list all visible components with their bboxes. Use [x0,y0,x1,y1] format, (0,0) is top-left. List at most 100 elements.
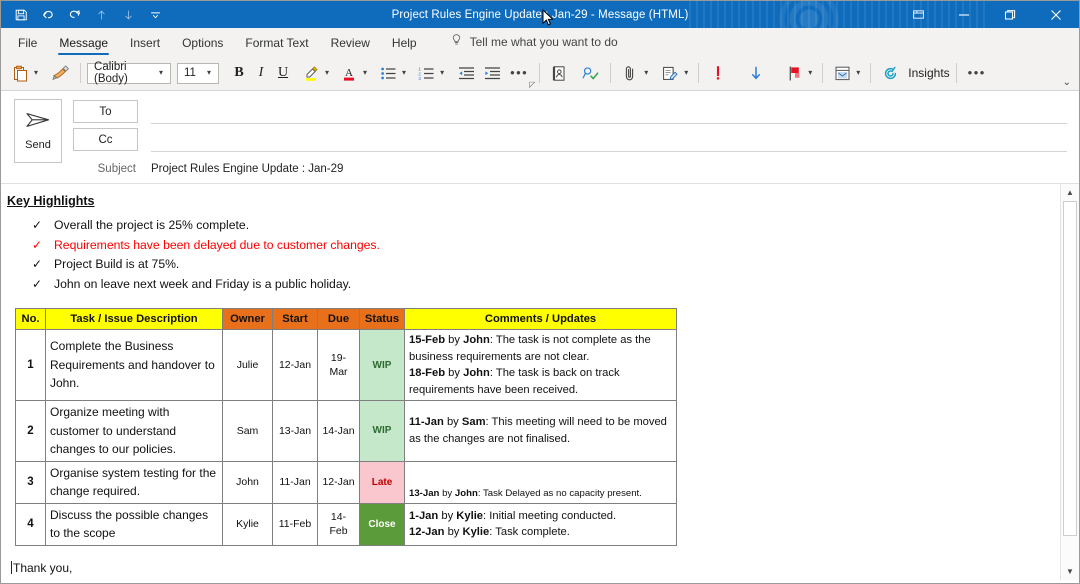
comment-entry: 18-Feb by John: The task is back on trac… [409,365,672,398]
comment-by: by Sam [447,416,486,428]
scrollbar-thumb[interactable] [1063,201,1077,536]
redo-icon[interactable] [61,2,88,27]
cell-due: 14-Feb [318,503,360,545]
text-highlight-color-icon[interactable] [298,61,324,85]
to-input[interactable] [151,100,1067,124]
next-item-icon[interactable] [115,2,142,27]
check-icon: ✓ [32,275,42,295]
low-importance-icon[interactable] [743,61,769,85]
basic-text-group: Calibri (Body) ▾ 11 ▾ B I U ▾ A ▾ ▾ [87,56,533,90]
to-row: To [73,99,1079,124]
list-item-label: John on leave next week and Friday is a … [54,277,351,291]
cell-comments: 11-Jan by Sam: This meeting will need to… [405,401,677,462]
paste-dropdown-icon[interactable]: ▾ [33,69,42,77]
tell-me-search[interactable]: Tell me what you want to do [450,33,618,55]
message-body[interactable]: Key Highlights ✓ Overall the project is … [1,184,1061,580]
cell-task: Discuss the possible changes to the scop… [46,503,223,545]
subject-row: Subject Project Rules Engine Update : Ja… [73,156,1079,182]
cell-comments: 13-Jan by John: Task Delayed as no capac… [405,461,677,503]
format-painter-icon[interactable] [48,61,74,85]
key-highlights-list: ✓ Overall the project is 25% complete. ✓… [7,216,1061,294]
ribbon-toolbar: ▾ Calibri (Body) ▾ 11 ▾ B I U ▾ A [1,56,1079,91]
templates-dropdown-icon[interactable]: ▾ [855,69,864,77]
check-icon: ✓ [32,255,42,275]
comment-entry: 15-Feb by John: The task is not complete… [409,332,672,365]
tags-group: ▾ [705,56,816,90]
underline-button[interactable]: U [272,65,294,81]
high-importance-icon[interactable] [705,61,731,85]
signature-dropdown-icon[interactable]: ▾ [683,69,692,77]
tab-insert[interactable]: Insert [119,32,171,55]
decrease-indent-icon[interactable] [453,61,479,85]
cc-input[interactable] [151,128,1067,152]
customize-quick-access-toolbar-icon[interactable] [142,2,169,27]
tab-format-text[interactable]: Format Text [234,32,319,55]
list-item: ✓ Overall the project is 25% complete. [32,216,1061,236]
attach-file-icon[interactable] [617,61,643,85]
tab-message[interactable]: Message [48,32,119,55]
tab-help[interactable]: Help [381,32,428,55]
font-color-icon[interactable]: A [336,61,362,85]
cell-no: 4 [16,503,46,545]
tab-options[interactable]: Options [171,32,234,55]
window-controls [895,1,1079,28]
table-row: 4 Discuss the possible changes to the sc… [16,503,677,545]
tab-file[interactable]: File [7,32,48,55]
cell-comments: 1-Jan by Kylie: Initial meeting conducte… [405,503,677,545]
table-header-row: No. Task / Issue Description Owner Start… [16,309,677,330]
paste-icon[interactable] [7,61,33,85]
tab-review[interactable]: Review [320,32,381,55]
basic-text-dialog-launcher-icon[interactable]: ◸ [529,80,535,89]
previous-item-icon[interactable] [88,2,115,27]
scroll-down-icon[interactable]: ▼ [1061,563,1079,580]
svg-text:3: 3 [418,76,421,81]
ribbon-display-options-icon[interactable] [895,1,941,28]
collapse-ribbon-icon[interactable]: ⌄ [1063,77,1071,88]
list-item: ✓ Project Build is at 75%. [32,255,1061,275]
attach-dropdown-icon[interactable]: ▾ [643,69,652,77]
outlook-compose-window: Project Rules Engine Update : Jan-29 - M… [0,0,1080,584]
check-names-icon[interactable] [578,61,604,85]
scrollbar-track[interactable] [1061,201,1079,563]
cell-no: 1 [16,330,46,401]
follow-up-flag-icon[interactable] [781,61,807,85]
restore-button[interactable] [987,1,1033,28]
minimize-button[interactable] [941,1,987,28]
numbering-dropdown-icon[interactable]: ▾ [439,69,448,77]
view-templates-icon[interactable] [829,61,855,85]
cc-row: Cc [73,127,1079,152]
signature-icon[interactable] [657,61,683,85]
insights-icon [877,61,903,85]
more-basic-text-icon[interactable]: ••• [505,69,533,77]
font-color-dropdown-icon[interactable]: ▾ [362,69,371,77]
check-icon: ✓ [32,236,42,256]
bold-button[interactable]: B [228,65,250,81]
save-icon[interactable] [7,2,34,27]
address-book-icon[interactable] [546,61,572,85]
bullets-dropdown-icon[interactable]: ▾ [401,69,410,77]
quick-access-toolbar [1,2,169,27]
close-button[interactable] [1033,1,1079,28]
comment-date: 15-Feb [409,334,445,346]
font-name-combo[interactable]: Calibri (Body) ▾ [87,63,171,84]
undo-icon[interactable] [34,2,61,27]
cell-due: 14-Jan [318,401,360,462]
numbering-icon[interactable]: 123 [413,61,439,85]
follow-up-dropdown-icon[interactable]: ▾ [807,69,816,77]
to-button[interactable]: To [73,100,138,123]
cell-owner: Kylie [223,503,273,545]
vertical-scrollbar[interactable]: ▲ ▼ [1060,184,1079,580]
highlight-dropdown-icon[interactable]: ▾ [324,69,333,77]
comment-by: by Kylie [441,510,483,522]
send-button[interactable]: Send [14,99,62,163]
cc-button[interactable]: Cc [73,128,138,151]
bullets-icon[interactable] [375,61,401,85]
more-commands-icon[interactable]: ••• [963,69,991,77]
font-size-combo[interactable]: 11 ▾ [177,63,219,84]
increase-indent-icon[interactable] [479,61,505,85]
subject-input[interactable]: Project Rules Engine Update : Jan-29 [151,163,343,175]
insights-group[interactable]: Insights [877,56,949,90]
scroll-up-icon[interactable]: ▲ [1061,184,1079,201]
italic-button[interactable]: I [250,65,272,81]
comment-date: 1-Jan [409,510,438,522]
